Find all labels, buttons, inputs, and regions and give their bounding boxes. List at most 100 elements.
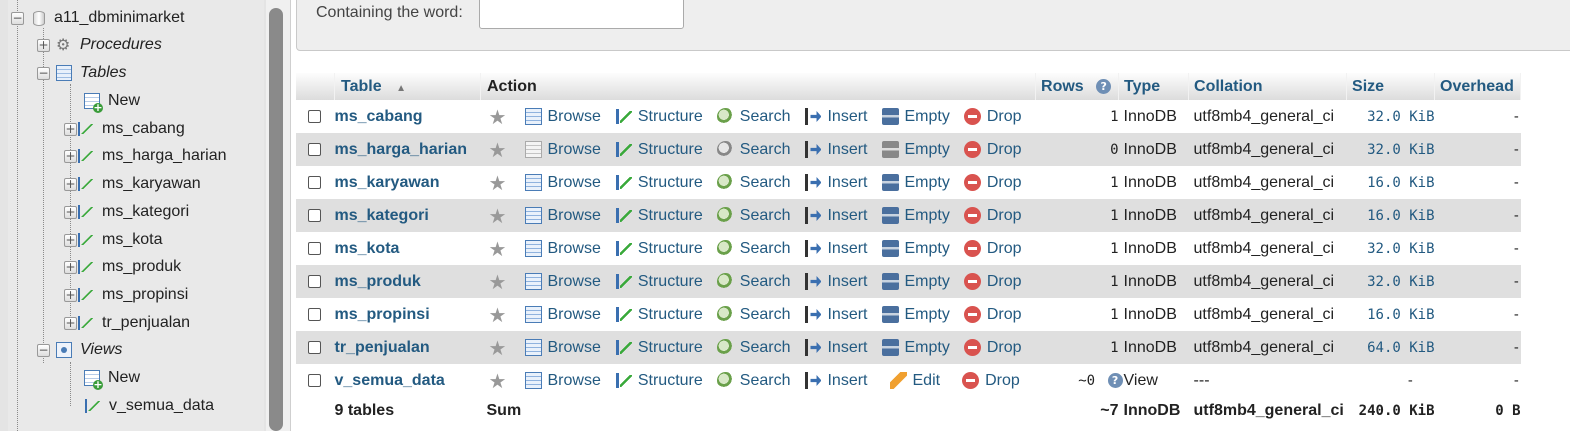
table-size-link[interactable]: 64.0 KiB xyxy=(1346,331,1435,364)
empty-label[interactable]: Empty xyxy=(905,306,950,324)
search-button[interactable]: Search xyxy=(716,372,791,390)
favorite-star-icon[interactable]: ★ xyxy=(489,338,513,358)
insert-label[interactable]: Insert xyxy=(827,207,867,225)
tree-node-label[interactable]: ms_karyawan xyxy=(102,175,201,193)
tree-node-label[interactable]: v_semua_data xyxy=(109,397,214,415)
empty-label[interactable]: Empty xyxy=(905,273,950,291)
browse-button[interactable]: Browse xyxy=(524,240,601,258)
expand-icon[interactable]: + xyxy=(64,177,77,191)
row-checkbox[interactable] xyxy=(308,374,321,387)
row-checkbox[interactable] xyxy=(308,209,321,222)
collapse-icon[interactable]: − xyxy=(37,343,50,357)
insert-label[interactable]: Insert xyxy=(827,306,867,324)
drop-label[interactable]: Drop xyxy=(987,207,1022,225)
structure-label[interactable]: Structure xyxy=(638,306,703,324)
structure-label[interactable]: Structure xyxy=(638,108,703,126)
tree-node-label[interactable]: Views xyxy=(80,341,122,359)
empty-label[interactable]: Empty xyxy=(905,339,950,357)
insert-button[interactable]: Insert xyxy=(804,174,868,192)
drop-label[interactable]: Drop xyxy=(987,339,1022,357)
structure-label[interactable]: Structure xyxy=(638,273,703,291)
drop-button[interactable]: Drop xyxy=(963,339,1022,357)
structure-button[interactable]: Structure xyxy=(615,240,703,258)
edit-button[interactable]: Edit xyxy=(889,372,940,390)
tree-node-label[interactable]: ms_produk xyxy=(102,258,181,276)
tree-node-label[interactable]: ms_cabang xyxy=(102,120,185,138)
browse-button[interactable]: Browse xyxy=(524,108,601,126)
table-name-link[interactable]: ms_propinsi xyxy=(334,298,481,331)
tree-node-table[interactable]: + tr_penjualan xyxy=(64,311,190,335)
browse-label[interactable]: Browse xyxy=(548,141,601,159)
tree-node-tables[interactable]: − Tables xyxy=(37,61,127,85)
sidebar-scrollbar[interactable] xyxy=(266,0,291,431)
insert-label[interactable]: Insert xyxy=(827,141,867,159)
drop-button[interactable]: Drop xyxy=(963,273,1022,291)
tree-node-label[interactable]: Procedures xyxy=(80,36,162,54)
tree-node-label[interactable]: New xyxy=(108,92,140,110)
insert-label[interactable]: Insert xyxy=(827,339,867,357)
tree-node-label[interactable]: New xyxy=(108,369,140,387)
favorite-star-icon[interactable]: ★ xyxy=(489,272,513,292)
table-name-link[interactable]: ms_kota xyxy=(334,232,481,265)
structure-button[interactable]: Structure xyxy=(615,306,703,324)
table-name-link[interactable]: ms_produk xyxy=(334,265,481,298)
browse-button[interactable]: Browse xyxy=(524,273,601,291)
search-label[interactable]: Search xyxy=(740,174,791,192)
structure-label[interactable]: Structure xyxy=(638,240,703,258)
tree-node-new-table[interactable]: New xyxy=(84,89,140,113)
drop-button[interactable]: Drop xyxy=(963,141,1022,159)
tree-node-label[interactable]: ms_harga_harian xyxy=(102,147,227,165)
browse-button[interactable]: Browse xyxy=(524,372,601,390)
tree-node-new-view[interactable]: New xyxy=(84,366,140,390)
expand-icon[interactable]: + xyxy=(37,38,50,52)
view-name-link[interactable]: v_semua_data xyxy=(334,364,481,397)
table-size-link[interactable]: 32.0 KiB xyxy=(1346,100,1435,133)
drop-button[interactable]: Drop xyxy=(962,372,1020,390)
empty-button[interactable]: Empty xyxy=(881,141,950,159)
search-label[interactable]: Search xyxy=(740,108,791,126)
browse-button[interactable]: Browse xyxy=(524,306,601,324)
insert-button[interactable]: Insert xyxy=(804,273,868,291)
collapse-icon[interactable]: − xyxy=(11,11,24,25)
structure-button[interactable]: Structure xyxy=(615,372,703,390)
insert-button[interactable]: Insert xyxy=(804,372,868,390)
drop-label[interactable]: Drop xyxy=(987,108,1022,126)
tree-node-label[interactable]: tr_penjualan xyxy=(102,314,190,332)
table-name-link[interactable]: ms_cabang xyxy=(334,100,481,133)
browse-button[interactable]: Browse xyxy=(524,174,601,192)
insert-button[interactable]: Insert xyxy=(804,108,868,126)
favorite-star-icon[interactable]: ★ xyxy=(489,107,513,127)
search-label[interactable]: Search xyxy=(740,207,791,225)
row-checkbox[interactable] xyxy=(308,341,321,354)
search-label[interactable]: Search xyxy=(740,372,791,390)
structure-button[interactable]: Structure xyxy=(615,108,703,126)
drop-button[interactable]: Drop xyxy=(963,306,1022,324)
structure-label[interactable]: Structure xyxy=(638,339,703,357)
empty-button[interactable]: Empty xyxy=(881,339,950,357)
expand-icon[interactable]: + xyxy=(64,233,77,247)
tree-node-label[interactable]: ms_kota xyxy=(102,231,162,249)
search-button[interactable]: Search xyxy=(716,240,790,258)
structure-button[interactable]: Structure xyxy=(615,339,703,357)
search-label[interactable]: Search xyxy=(740,306,791,324)
search-button[interactable]: Search xyxy=(716,108,791,126)
table-size-link[interactable]: 32.0 KiB xyxy=(1346,232,1435,265)
tree-node-table[interactable]: + ms_kota xyxy=(64,228,162,252)
insert-label[interactable]: Insert xyxy=(827,273,867,291)
structure-label[interactable]: Structure xyxy=(638,141,703,159)
search-button[interactable]: Search xyxy=(716,141,790,159)
browse-label[interactable]: Browse xyxy=(548,174,601,192)
drop-button[interactable]: Drop xyxy=(963,240,1022,258)
search-label[interactable]: Search xyxy=(740,273,791,291)
favorite-star-icon[interactable]: ★ xyxy=(489,206,513,226)
search-button[interactable]: Search xyxy=(716,207,791,225)
insert-label[interactable]: Insert xyxy=(827,372,867,390)
tree-node-database[interactable]: − a11_dbminimarket xyxy=(11,6,184,30)
structure-label[interactable]: Structure xyxy=(638,174,703,192)
row-checkbox[interactable] xyxy=(308,110,321,123)
expand-icon[interactable]: + xyxy=(64,260,77,274)
drop-button[interactable]: Drop xyxy=(963,207,1022,225)
column-header-size[interactable]: Size xyxy=(1346,73,1436,100)
table-size-link[interactable]: 16.0 KiB xyxy=(1346,199,1435,232)
empty-label[interactable]: Empty xyxy=(905,141,950,159)
